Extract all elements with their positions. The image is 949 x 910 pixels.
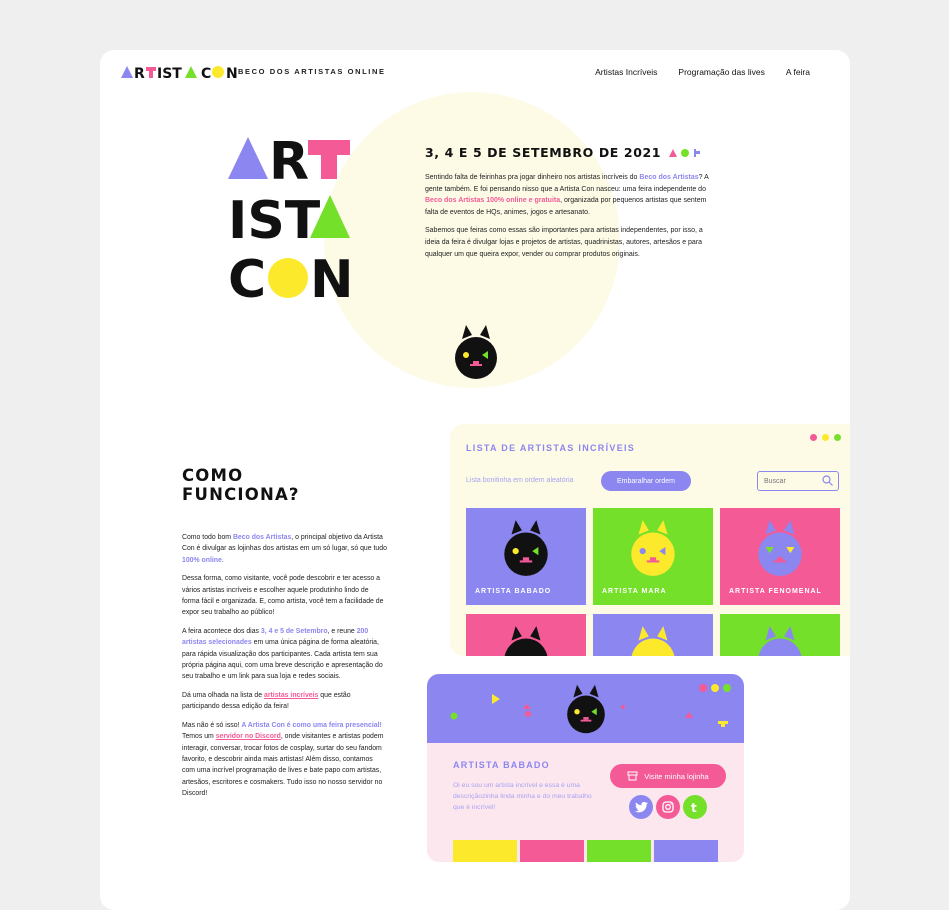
profile-artist-name: ARTISTA BABADO xyxy=(453,760,550,770)
product-tile-1[interactable] xyxy=(453,840,517,862)
artist-card-row2-2[interactable] xyxy=(593,614,713,656)
beco-link-2[interactable]: Beco dos Artistas xyxy=(233,534,291,541)
product-tile-4[interactable] xyxy=(654,840,718,862)
event-date: 3, 4 E 5 DE SETEMBRO DE 2021 xyxy=(425,145,703,160)
logo-n-icon: N xyxy=(226,66,238,79)
cat-avatar-icon xyxy=(631,626,675,656)
artist-profile-preview: ARTISTA BABADO Oi eu sou um artista incr… xyxy=(427,674,744,862)
beco-link[interactable]: Beco dos Artistas xyxy=(639,174,698,181)
how-paragraph-3: A feira acontece dos dias 3, 4 e 5 de Se… xyxy=(182,627,383,681)
hero-paragraph-2: Sabemos que feiras como essas são import… xyxy=(425,227,703,258)
svg-text:R: R xyxy=(269,135,309,192)
main-nav: Artistas Incríveis Programação das lives… xyxy=(595,67,810,77)
nav-feira[interactable]: A feira xyxy=(786,67,810,77)
hero-paragraph-1: Sentindo falta de feirinhas pra jogar di… xyxy=(425,174,709,216)
cat-avatar-icon xyxy=(758,626,802,656)
how-paragraph-2: Dessa forma, como visitante, você pode d… xyxy=(182,575,384,617)
svg-text:IST: IST xyxy=(228,191,321,251)
online-highlight: 100% online xyxy=(182,556,222,564)
artist-card-name: ARTISTA MARA xyxy=(602,588,667,595)
svg-text:C: C xyxy=(228,250,266,300)
how-paragraph-4: Dá uma olhada na lista de artistas incrí… xyxy=(182,691,351,711)
svg-text:C: C xyxy=(201,66,211,79)
svg-text:t: t xyxy=(691,801,697,813)
how-it-works-text: Como todo bom Beco dos Artistas, o princ… xyxy=(182,532,387,807)
event-date-text: 3, 4 E 5 DE SETEMBRO DE 2021 xyxy=(425,145,662,160)
site-logo[interactable]: R IST C N xyxy=(121,65,238,79)
artists-list-link[interactable]: artistas incríveis xyxy=(264,692,318,699)
store-icon xyxy=(627,771,638,781)
artist-card-row2-3[interactable] xyxy=(720,614,840,656)
visit-store-label: Visite minha lojinha xyxy=(644,771,709,781)
artists-list-panel: LISTA DE ARTISTAS INCRÍVEIS Lista boniti… xyxy=(450,424,850,656)
artist-card-mara[interactable]: ARTISTA MARA xyxy=(593,508,713,605)
hero-description: Sentindo falta de feirinhas pra jogar di… xyxy=(425,172,715,267)
artists-list-subtitle: Lista bonitinha em ordem aleatória xyxy=(466,477,574,484)
how-paragraph-1: Como todo bom Beco dos Artistas, o princ… xyxy=(182,534,387,564)
artist-card-row2-1[interactable] xyxy=(466,614,586,656)
dot-yellow xyxy=(822,434,829,441)
cat-mascot-icon xyxy=(455,325,497,379)
nav-programacao[interactable]: Programação das lives xyxy=(678,67,764,77)
cat-avatar-icon xyxy=(504,626,548,656)
discord-link[interactable]: servidor no Discord xyxy=(216,733,281,740)
search-icon[interactable] xyxy=(822,475,833,486)
how-paragraph-5: Mas não é só isso! A Artista Con é como … xyxy=(182,721,384,798)
artists-list-title: LISTA DE ARTISTAS INCRÍVEIS xyxy=(466,443,636,453)
dot-green xyxy=(834,434,841,441)
feira-highlight: A Artista Con é como uma feira presencia… xyxy=(241,721,382,729)
window-dots xyxy=(810,434,841,441)
artist-card-fenomenal[interactable]: ARTISTA FENOMENAL xyxy=(720,508,840,605)
beco-online-link[interactable]: Beco dos Artistas 100% online e gratuita xyxy=(425,197,560,204)
shapes-icon xyxy=(669,148,701,157)
shuffle-button[interactable]: Embaralhar ordem xyxy=(601,471,691,491)
how-it-works-title: COMO FUNCIONA? xyxy=(182,466,300,504)
product-tile-3[interactable] xyxy=(587,840,651,862)
artist-card-name: ARTISTA FENOMENAL xyxy=(729,588,822,595)
profile-avatar-icon xyxy=(567,684,605,734)
profile-description: Oi eu sou um artista incrível e essa é u… xyxy=(453,782,592,811)
svg-text:N: N xyxy=(310,250,353,300)
site-tagline: BECO DOS ARTISTAS ONLINE xyxy=(238,67,386,76)
svg-text:R: R xyxy=(134,66,145,79)
dates-highlight: 3, 4 e 5 de Setembro xyxy=(260,627,328,635)
artista-con-big-logo: R IST C N xyxy=(228,135,353,300)
nav-artistas[interactable]: Artistas Incríveis xyxy=(595,67,657,77)
logo-mark-icon: R IST C xyxy=(121,66,224,79)
page: R IST C N BECO DOS ARTISTAS ONLINE Artis… xyxy=(100,50,850,910)
svg-text:IST: IST xyxy=(157,66,182,79)
profile-header-banner xyxy=(427,674,744,743)
instagram-icon[interactable] xyxy=(656,795,680,819)
cat-avatar-icon xyxy=(631,520,675,576)
svg-text:N: N xyxy=(226,66,238,79)
product-tile-2[interactable] xyxy=(520,840,584,862)
artist-card-name: ARTISTA BABADO xyxy=(475,588,552,595)
cat-avatar-icon xyxy=(504,520,548,576)
dot-pink xyxy=(810,434,817,441)
twitter-icon[interactable] xyxy=(629,795,653,819)
tumblr-icon[interactable]: t xyxy=(683,795,707,819)
artist-card-babado[interactable]: ARTISTA BABADO xyxy=(466,508,586,605)
how-title-line1: COMO xyxy=(182,466,244,485)
how-title-line2: FUNCIONA? xyxy=(182,485,300,504)
cat-avatar-icon xyxy=(758,520,802,576)
visit-store-button[interactable]: Visite minha lojinha xyxy=(610,764,726,788)
